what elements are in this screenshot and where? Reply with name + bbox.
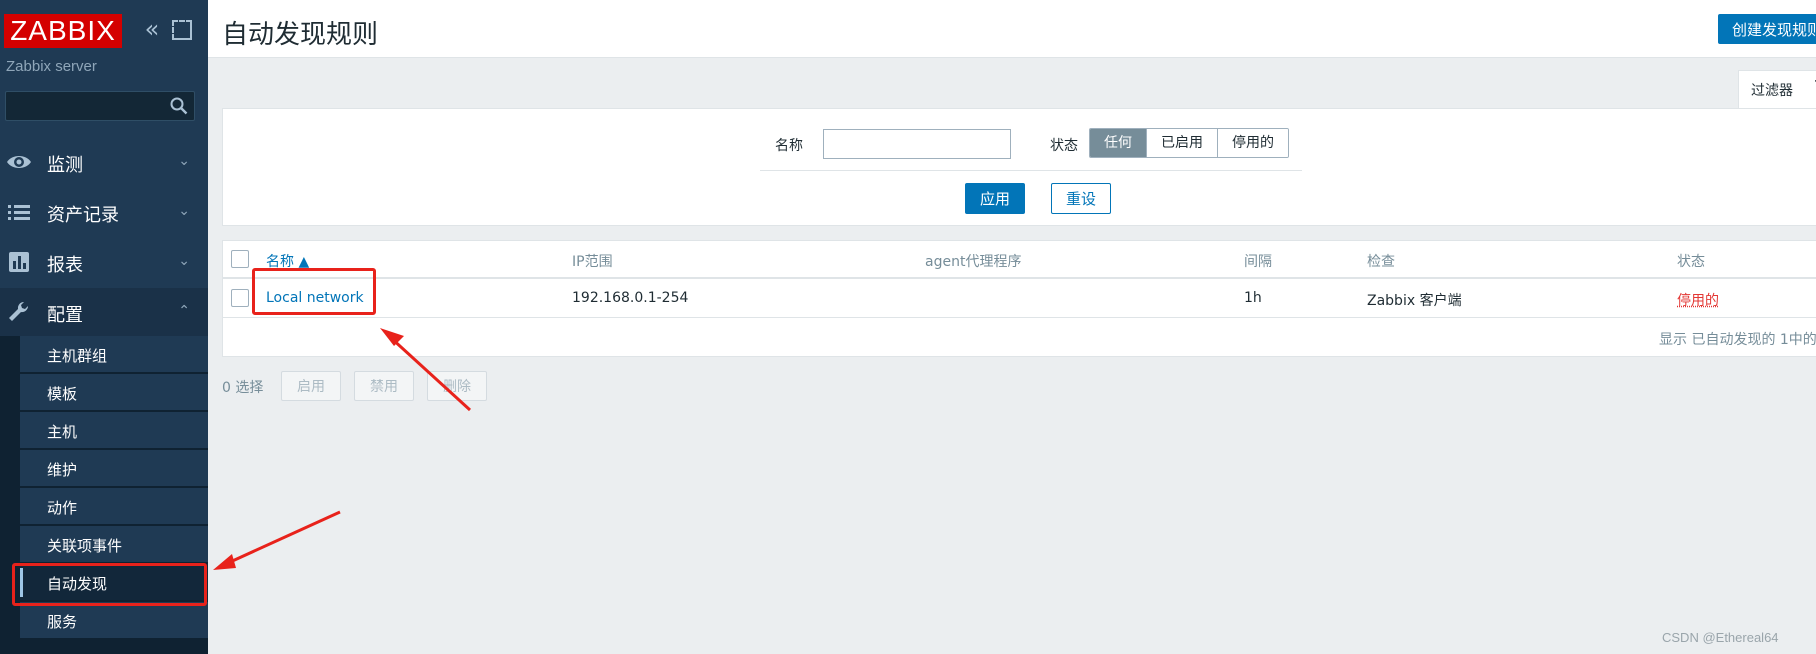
menu-item-configuration[interactable]: 配置 ⌃ xyxy=(0,288,208,336)
create-discovery-rule-button[interactable]: 创建发现规则 xyxy=(1718,14,1816,44)
list-icon xyxy=(8,205,30,220)
submenu-label: 主机群组 xyxy=(47,347,108,365)
table-footer-info: 显示 已自动发现的 1中的1 xyxy=(1659,332,1816,348)
column-interval: 间隔 xyxy=(1244,254,1272,270)
kiosk-mode-icon[interactable] xyxy=(172,20,192,40)
bar-chart-icon xyxy=(9,252,29,272)
submenu-label: 模板 xyxy=(47,385,78,403)
menu-item-inventory[interactable]: 资产记录 ⌄ xyxy=(0,188,208,236)
interval-cell: 1h xyxy=(1244,290,1262,306)
column-ip-range: IP范围 xyxy=(572,254,613,270)
menu-label: 配置 xyxy=(47,305,83,326)
reset-button[interactable]: 重设 xyxy=(1051,183,1111,214)
server-name: Zabbix server xyxy=(6,58,97,75)
main-content: 自动发现规则 创建发现规则 过滤器 名称 状态 任何 已启用 停用的 应用 重设… xyxy=(208,0,1816,654)
search-input[interactable] xyxy=(6,92,166,120)
filter-status-label: 状态 xyxy=(1050,138,1078,154)
chevron-up-icon: ⌃ xyxy=(178,303,190,319)
select-all-checkbox[interactable] xyxy=(231,250,249,268)
filter-name-input[interactable] xyxy=(823,129,1011,159)
column-proxy: agent代理程序 xyxy=(925,254,1022,270)
submenu-item-services[interactable]: 服务 xyxy=(20,602,208,639)
sidebar-search xyxy=(5,91,195,121)
mass-enable-button[interactable]: 启用 xyxy=(281,371,341,401)
csdn-watermark: CSDN @Ethereal64 xyxy=(1662,630,1779,645)
status-option-any[interactable]: 任何 xyxy=(1090,129,1147,157)
submenu-item-maintenance[interactable]: 维护 xyxy=(20,450,208,487)
status-toggle-link[interactable]: 停用的 xyxy=(1677,290,1719,310)
ip-range-cell: 192.168.0.1-254 xyxy=(572,290,689,306)
checks-cell: Zabbix 客户端 xyxy=(1367,293,1462,309)
submenu-label: 主机 xyxy=(47,423,78,441)
chevron-down-icon: ⌄ xyxy=(178,253,190,269)
discovery-rules-table: 名称 ▲ IP范围 agent代理程序 间隔 检查 状态 Local netwo… xyxy=(222,240,1816,357)
status-option-disabled[interactable]: 停用的 xyxy=(1218,129,1288,157)
zabbix-logo[interactable]: ZABBIX xyxy=(4,14,122,48)
mass-delete-button[interactable]: 删除 xyxy=(427,371,487,401)
menu-label: 监测 xyxy=(47,155,83,176)
apply-button[interactable]: 应用 xyxy=(965,183,1025,214)
row-checkbox[interactable] xyxy=(231,289,249,307)
menu-item-monitoring[interactable]: 监测 ⌄ xyxy=(0,138,208,186)
page-header: 自动发现规则 创建发现规则 xyxy=(208,0,1816,58)
submenu-item-templates[interactable]: 模板 xyxy=(20,374,208,411)
menu-item-reports[interactable]: 报表 ⌄ xyxy=(0,238,208,286)
column-status: 状态 xyxy=(1677,254,1705,270)
menu-label: 报表 xyxy=(47,255,83,276)
submenu-label: 动作 xyxy=(47,499,78,517)
annotation-box-local-network xyxy=(252,268,376,315)
status-option-enabled[interactable]: 已启用 xyxy=(1147,129,1218,157)
menu-label: 资产记录 xyxy=(47,205,119,226)
search-icon[interactable] xyxy=(170,97,188,115)
collapse-sidebar-icon[interactable]: « xyxy=(140,17,164,42)
filter-tab[interactable]: 过滤器 xyxy=(1738,70,1816,108)
submenu-label: 维护 xyxy=(47,461,78,479)
eye-icon xyxy=(7,156,31,168)
filter-name-label: 名称 xyxy=(775,138,803,154)
mass-disable-button[interactable]: 禁用 xyxy=(354,371,414,401)
selected-count: 0 选择 xyxy=(222,380,264,396)
submenu-label: 服务 xyxy=(47,613,78,631)
filter-tab-label: 过滤器 xyxy=(1751,83,1793,99)
table-header: 名称 ▲ IP范围 agent代理程序 间隔 检查 状态 xyxy=(223,241,1816,279)
submenu-item-actions[interactable]: 动作 xyxy=(20,488,208,525)
configuration-submenu: 主机群组 模板 主机 维护 动作 关联项事件 自动发现 服务 xyxy=(0,336,208,654)
status-segmented-control: 任何 已启用 停用的 xyxy=(1089,128,1289,158)
submenu-item-hosts[interactable]: 主机 xyxy=(20,412,208,449)
submenu-label: 关联项事件 xyxy=(47,537,123,555)
filter-panel: 名称 状态 任何 已启用 停用的 应用 重设 xyxy=(222,108,1816,226)
wrench-icon xyxy=(9,301,29,321)
table-row: Local network 192.168.0.1-254 1h Zabbix … xyxy=(223,280,1816,318)
chevron-down-icon: ⌄ xyxy=(178,153,190,169)
sidebar: ZABBIX « Zabbix server 监测 ⌄ 资产记录 ⌄ 报表 ⌄ … xyxy=(0,0,208,654)
filter-divider xyxy=(760,170,1302,171)
annotation-box-discovery xyxy=(12,563,207,606)
page-title: 自动发现规则 xyxy=(222,20,379,50)
submenu-item-host-groups[interactable]: 主机群组 xyxy=(20,336,208,373)
submenu-item-event-correlation[interactable]: 关联项事件 xyxy=(20,526,208,563)
chevron-down-icon: ⌄ xyxy=(178,203,190,219)
column-checks: 检查 xyxy=(1367,254,1395,270)
logo-row: ZABBIX « xyxy=(4,14,204,48)
